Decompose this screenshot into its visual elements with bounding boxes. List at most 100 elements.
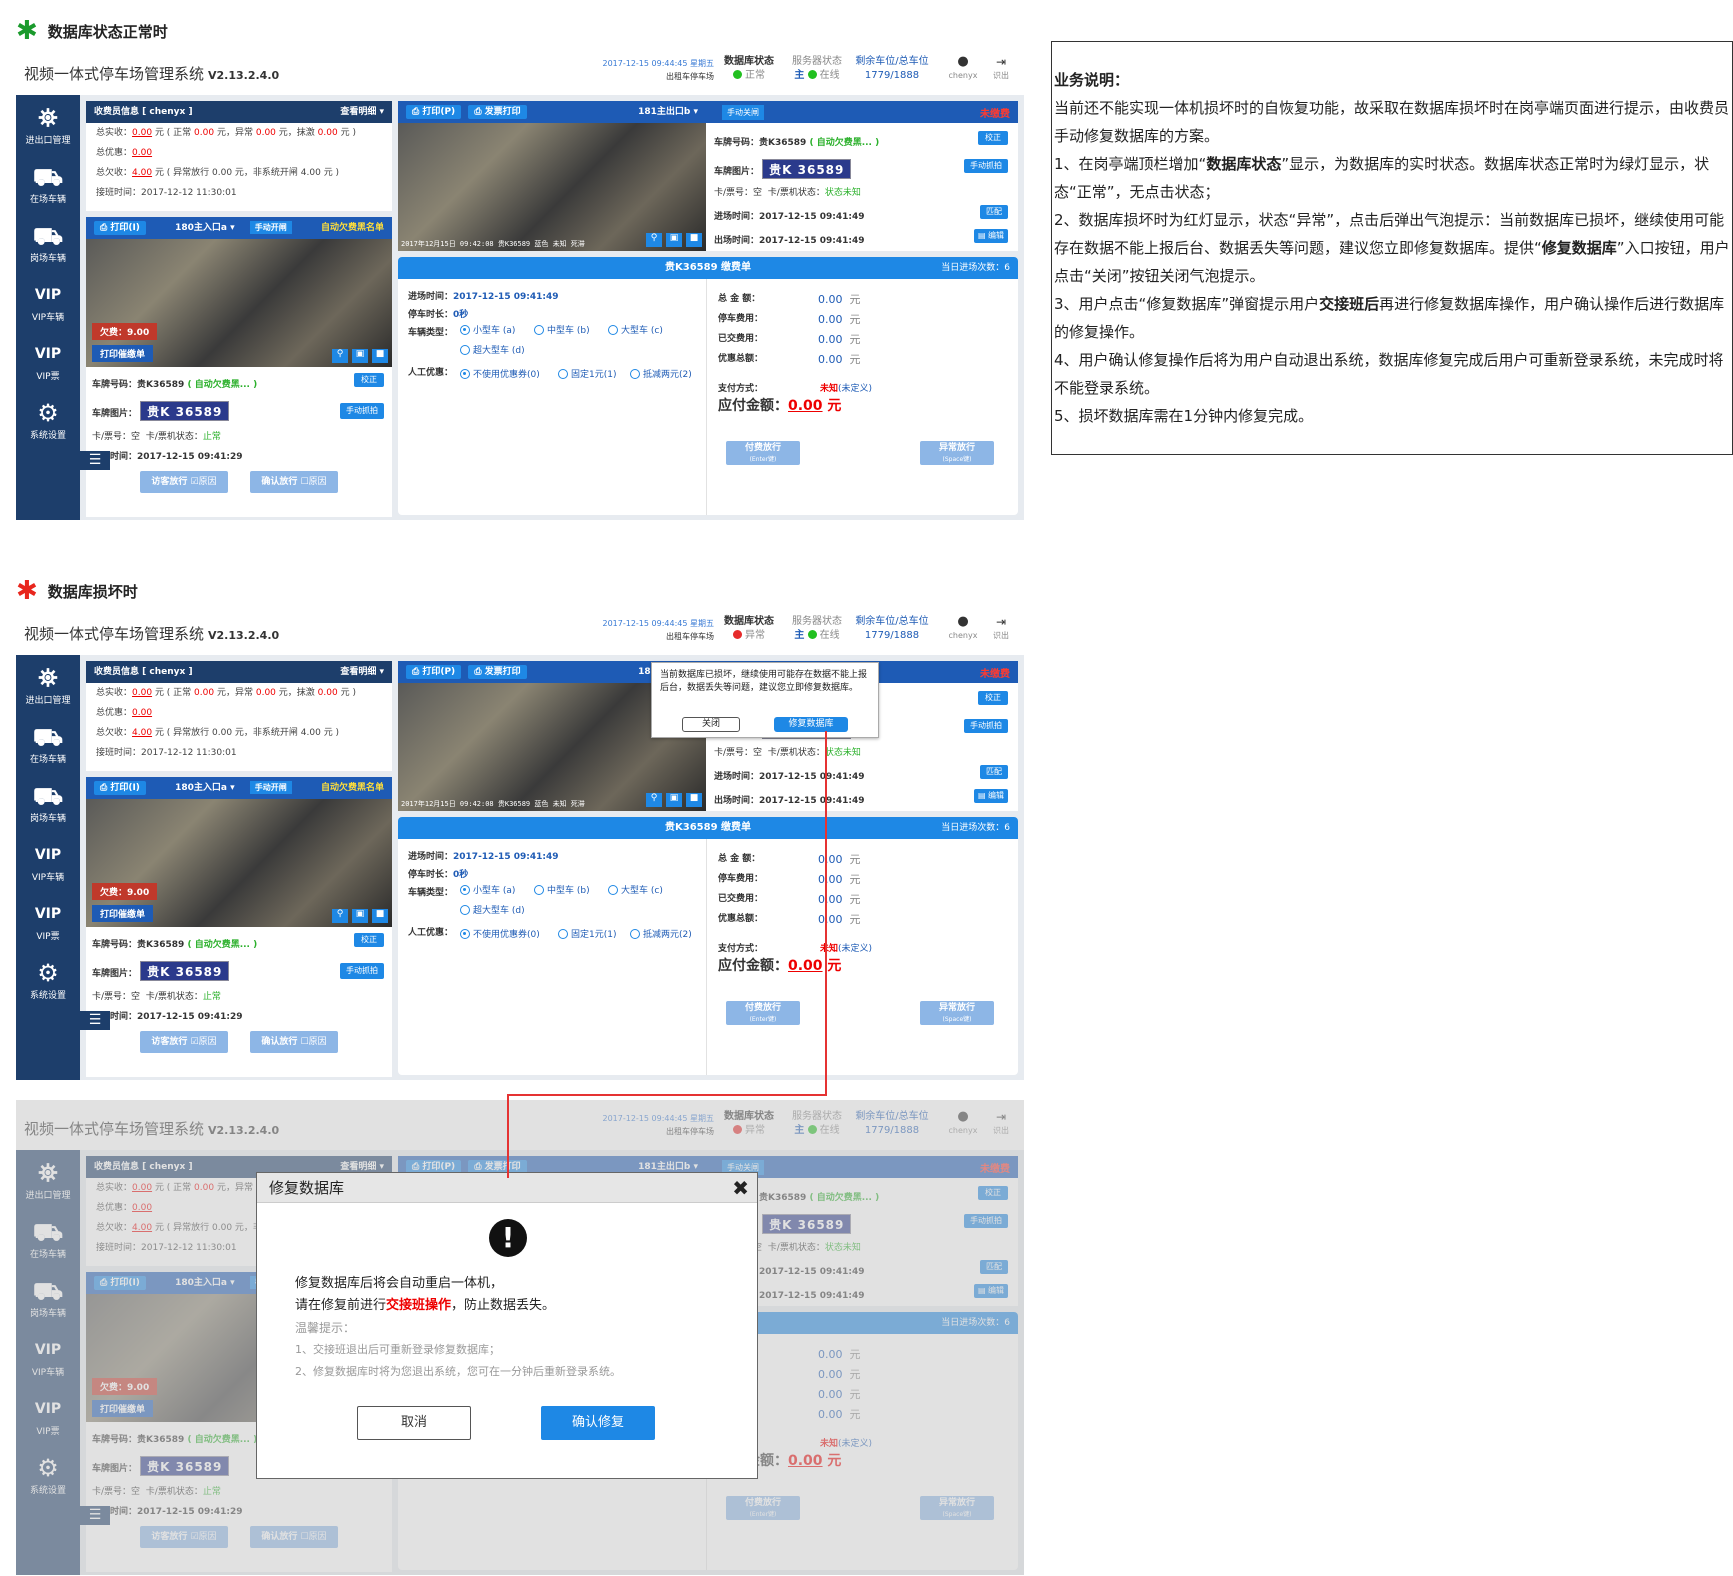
- video-icon[interactable]: ■: [686, 233, 702, 247]
- repair-db-button[interactable]: 修复数据库: [774, 717, 848, 732]
- spaces-status: 剩余车位/总车位 1779/1888: [852, 615, 932, 643]
- exit-button[interactable]: ⇥ 识出: [988, 55, 1014, 83]
- detail-dropdown[interactable]: 查看明细 ▾: [340, 661, 384, 683]
- vehicle-type-radio-large[interactable]: 大型车 (c): [608, 883, 663, 896]
- walk-icon[interactable]: ⚲: [332, 349, 348, 363]
- video-icon[interactable]: ■: [372, 909, 388, 923]
- receipt-print-button[interactable]: ⎙ 发票打印: [468, 665, 527, 679]
- sidebar-item[interactable]: ⚙ 系统设置: [16, 398, 80, 441]
- manual-capture-button[interactable]: 手动抓拍: [340, 963, 384, 979]
- manual-capture-button[interactable]: 手动抓拍: [340, 403, 384, 419]
- image-icon[interactable]: ▣: [352, 909, 368, 923]
- visitor-release-button[interactable]: 访客放行 ☑原因: [140, 471, 228, 493]
- open-gate-button[interactable]: 手动开闸: [249, 221, 292, 234]
- video-icon[interactable]: ■: [372, 349, 388, 363]
- open-gate-button[interactable]: 手动开闸: [249, 781, 292, 794]
- menu-icon[interactable]: ☰: [80, 1011, 110, 1030]
- vehicle-type-radio-medium[interactable]: 中型车 (b): [534, 323, 590, 336]
- receipt-print-button[interactable]: ⎙ 发票打印: [468, 105, 527, 119]
- vehicle-type-radio-medium[interactable]: 中型车 (b): [534, 883, 590, 896]
- discount-radio-one[interactable]: 固定1元(1): [558, 927, 616, 940]
- sidebar-item[interactable]: VIP VIP车辆: [16, 280, 80, 323]
- discount-radio-two[interactable]: 抵减两元(2): [630, 927, 692, 940]
- vehicle-type-radio-small[interactable]: 小型车 (a): [460, 883, 515, 896]
- sidebar-item[interactable]: ⛟ 在场车辆: [16, 722, 80, 765]
- correct-button[interactable]: 校正: [978, 691, 1008, 705]
- vip-icon: VIP: [34, 287, 62, 303]
- bubble-close-button[interactable]: 关闭: [682, 717, 740, 732]
- correct-button[interactable]: 校正: [978, 131, 1008, 145]
- sidebar-item[interactable]: VIP VIP票: [16, 339, 80, 382]
- abnormal-release-button[interactable]: 异常放行 (Space键): [920, 441, 994, 465]
- spaces-value: 1779/1888: [864, 630, 920, 641]
- manual-capture-button[interactable]: 手动抓拍: [964, 719, 1008, 733]
- user-block[interactable]: ● chenyx: [946, 55, 980, 83]
- correct-button[interactable]: 校正: [354, 933, 384, 947]
- abnormal-release-button[interactable]: 异常放行 (Space键): [920, 1001, 994, 1025]
- db-status[interactable]: 数据库状态 异常: [716, 615, 782, 643]
- arrears-badge: 欠费：9.00: [92, 323, 158, 340]
- db-status[interactable]: 数据库状态 正常: [716, 55, 782, 83]
- pay-release-button[interactable]: 付费放行 (Enter键): [726, 1001, 800, 1025]
- print-button[interactable]: ⎙ 打印(I): [94, 221, 146, 235]
- print-notice-button[interactable]: 打印催缴单: [92, 905, 154, 922]
- walk-icon[interactable]: ⚲: [646, 793, 662, 807]
- close-icon[interactable]: ✖: [732, 1173, 749, 1203]
- vehicle-type-radio-xlarge[interactable]: 超大型车 (d): [460, 343, 525, 356]
- detail-dropdown[interactable]: 查看明细 ▾: [340, 101, 384, 123]
- gate-select[interactable]: 180主入口a ▾: [175, 223, 235, 233]
- cancel-button[interactable]: 取消: [357, 1406, 471, 1440]
- sidebar-item[interactable]: ⛯ 进出口管理: [16, 103, 80, 146]
- sidebar-item[interactable]: ⛟ 岗场车辆: [16, 221, 80, 264]
- lot-type: 出租车停车场: [666, 72, 714, 81]
- logout-icon: ⇥: [995, 615, 1007, 629]
- spaces-label: 剩余车位/总车位: [855, 56, 929, 67]
- sidebar-item[interactable]: VIP VIP车辆: [16, 840, 80, 883]
- edit-button[interactable]: ▤ 编辑: [974, 789, 1008, 803]
- paid-label: 已交费用：: [718, 334, 764, 344]
- print-notice-button[interactable]: 打印催缴单: [92, 345, 154, 362]
- vehicle-type-radio-large[interactable]: 大型车 (c): [608, 323, 663, 336]
- confirm-repair-button[interactable]: 确认修复: [541, 1406, 655, 1440]
- gate-select[interactable]: 181主出口b ▾: [638, 101, 698, 123]
- discount-radio-none[interactable]: 不使用优惠券(0): [460, 367, 540, 380]
- confirm-release-button[interactable]: 确认放行 ☐原因: [250, 1031, 338, 1053]
- logout-icon: ⇥: [995, 55, 1007, 69]
- confirm-release-button[interactable]: 确认放行 ☐原因: [250, 471, 338, 493]
- value: 2017-12-15 09:41:49: [453, 292, 559, 302]
- video-icon[interactable]: ■: [686, 793, 702, 807]
- radio-icon: [460, 905, 470, 915]
- image-icon[interactable]: ▣: [666, 793, 682, 807]
- image-icon[interactable]: ▣: [352, 349, 368, 363]
- sidebar-item[interactable]: ⛯ 进出口管理: [16, 663, 80, 706]
- sidebar-item[interactable]: VIP VIP票: [16, 899, 80, 942]
- gate-select[interactable]: 180主入口a ▾: [175, 783, 235, 793]
- manual-capture-button[interactable]: 手动抓拍: [964, 159, 1008, 173]
- walk-icon[interactable]: ⚲: [332, 909, 348, 923]
- vehicle-type-radio-small[interactable]: 小型车 (a): [460, 323, 515, 336]
- notes-title: 业务说明：: [1054, 71, 1130, 89]
- discount-radio-one[interactable]: 固定1元(1): [558, 367, 616, 380]
- close-gate-button[interactable]: 手动关闸: [722, 105, 764, 120]
- exit-button[interactable]: ⇥ 识出: [988, 615, 1014, 643]
- print-button[interactable]: ⎙ 打印(P): [406, 105, 462, 119]
- vehicle-type-radio-xlarge[interactable]: 超大型车 (d): [460, 903, 525, 916]
- sidebar-item[interactable]: ⛟ 在场车辆: [16, 162, 80, 205]
- pay-release-button[interactable]: 付费放行 (Enter键): [726, 441, 800, 465]
- value: 0.00: [818, 913, 843, 926]
- match-button[interactable]: 匹配: [980, 205, 1008, 219]
- image-icon[interactable]: ▣: [666, 233, 682, 247]
- correct-button[interactable]: 校正: [354, 373, 384, 387]
- walk-icon[interactable]: ⚲: [646, 233, 662, 247]
- discount-radio-two[interactable]: 抵减两元(2): [630, 367, 692, 380]
- print-button[interactable]: ⎙ 打印(P): [406, 665, 462, 679]
- user-block[interactable]: ● chenyx: [946, 615, 980, 643]
- discount-radio-none[interactable]: 不使用优惠券(0): [460, 927, 540, 940]
- visitor-release-button[interactable]: 访客放行 ☑原因: [140, 1031, 228, 1053]
- sidebar-item[interactable]: ⛟ 岗场车辆: [16, 781, 80, 824]
- menu-icon[interactable]: ☰: [80, 451, 110, 470]
- edit-button[interactable]: ▤ 编辑: [974, 229, 1008, 243]
- sidebar-item[interactable]: ⚙ 系统设置: [16, 958, 80, 1001]
- print-button[interactable]: ⎙ 打印(I): [94, 781, 146, 795]
- match-button[interactable]: 匹配: [980, 765, 1008, 779]
